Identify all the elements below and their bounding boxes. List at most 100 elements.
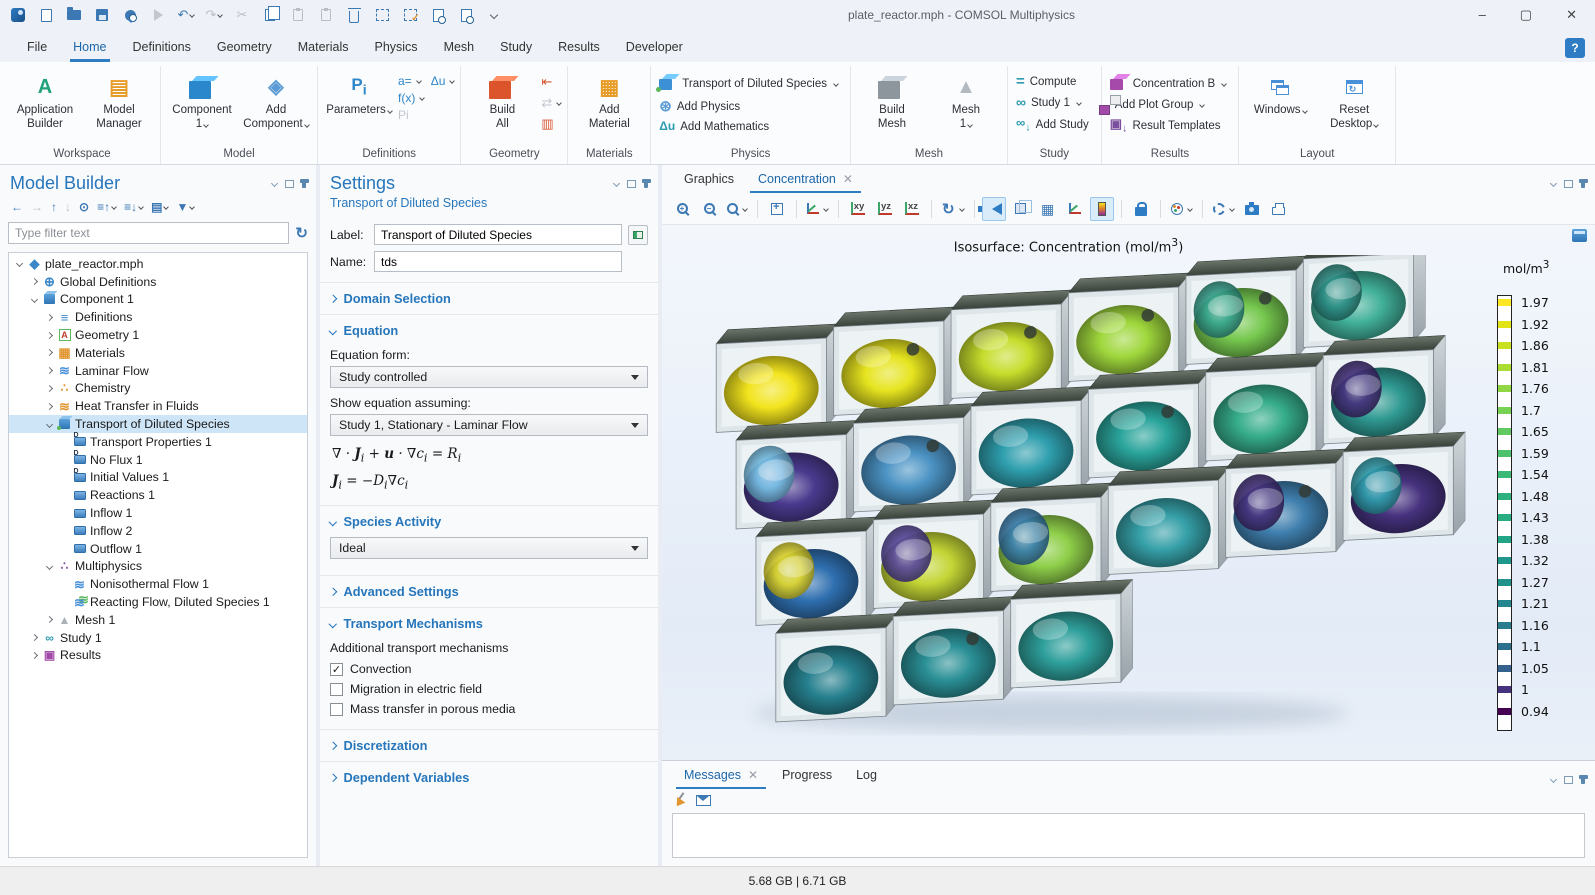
add-plot-group-button[interactable]: Add Plot Group (1108, 97, 1232, 113)
close-button[interactable]: ✕ (1566, 7, 1577, 23)
ribbon-tab-mesh[interactable]: Mesh (431, 34, 488, 62)
filter-input[interactable] (8, 222, 289, 244)
view-xy-icon[interactable]: xy (846, 197, 870, 221)
tree-expander-icon[interactable] (43, 368, 56, 373)
copy-view-icon[interactable] (426, 4, 450, 26)
back-icon[interactable]: ← (8, 198, 26, 216)
tree-node-reactions-1[interactable]: Reactions 1 (9, 486, 307, 504)
float-panel-icon[interactable] (285, 180, 294, 188)
tree-node-inflow-1[interactable]: Inflow 1 (9, 504, 307, 522)
open-icon[interactable] (62, 4, 86, 26)
name-input[interactable] (374, 251, 622, 272)
ribbon-tab-physics[interactable]: Physics (361, 34, 430, 62)
compute-button[interactable]: =Compute (1014, 72, 1095, 91)
view-xz-icon[interactable]: xz (900, 197, 924, 221)
mesh-1-button[interactable]: ▲Mesh1 (931, 70, 1001, 134)
tree-expander-icon[interactable] (28, 279, 41, 284)
tree-node-outflow-1[interactable]: Outflow 1 (9, 540, 307, 558)
add-mathematics-button[interactable]: ΔuAdd Mathematics (657, 118, 844, 135)
tree-node-multiphysics[interactable]: ∴Multiphysics (9, 558, 307, 576)
zoom-out-icon[interactable]: − (697, 197, 721, 221)
tree-node-transport-of-diluted-species[interactable]: Transport of Diluted Species (9, 415, 307, 433)
panel-menu-icon[interactable] (1550, 776, 1557, 783)
tree-node-plate-reactor-mph[interactable]: ◆plate_reactor.mph (9, 255, 307, 273)
ribbon-tab-definitions[interactable]: Definitions (120, 34, 204, 62)
copy-icon[interactable] (258, 4, 282, 26)
pin-panel-icon[interactable] (302, 179, 306, 188)
tree-expander-icon[interactable] (13, 261, 26, 266)
screenshot-icon[interactable] (1240, 197, 1264, 221)
study-1-button[interactable]: ∞Study 1 (1014, 93, 1095, 112)
toolbar-options-icon[interactable] (482, 4, 506, 26)
ribbon-tab-study[interactable]: Study (487, 34, 545, 62)
maximize-button[interactable]: ▢ (1520, 7, 1532, 23)
tree-expander-icon[interactable] (43, 386, 56, 391)
float-panel-icon[interactable] (627, 180, 636, 188)
section-equation[interactable]: Equation (320, 315, 658, 346)
graphics-context-icon[interactable] (1572, 229, 1587, 242)
tree-node-transport-properties-1[interactable]: Transport Properties 1 (9, 433, 307, 451)
ribbon-tab-developer[interactable]: Developer (613, 34, 696, 62)
tree-node-laminar-flow[interactable]: ≋Laminar Flow (9, 362, 307, 380)
panel-menu-icon[interactable] (613, 180, 620, 187)
section-species-activity[interactable]: Species Activity (320, 506, 658, 537)
color-legend-icon[interactable] (1090, 197, 1114, 221)
tree-expander-icon[interactable] (43, 333, 56, 338)
view-yz-icon[interactable]: yz (873, 197, 897, 221)
tree-node-initial-values-1[interactable]: Initial Values 1 (9, 469, 307, 487)
panel-menu-icon[interactable] (271, 180, 278, 187)
checkbox-migration-in-electric-field[interactable]: Migration in electric field (330, 679, 648, 699)
forward-icon[interactable]: → (28, 198, 46, 216)
zoom-box-icon[interactable] (724, 197, 750, 221)
tree-expander-icon[interactable] (43, 350, 56, 355)
delete-icon[interactable] (342, 4, 366, 26)
species-activity-select[interactable]: Ideal (330, 537, 648, 559)
add-component-button[interactable]: ◈AddComponent (241, 70, 311, 134)
tree-node-heat-transfer-in-fluids[interactable]: ≋Heat Transfer in Fluids (9, 397, 307, 415)
help-button[interactable]: ? (1565, 38, 1585, 58)
component-1-button[interactable]: Component1 (167, 70, 237, 134)
undo-icon[interactable]: ↶ (174, 4, 198, 26)
build-all-button[interactable]: BuildAll (467, 70, 537, 134)
save-as-icon[interactable] (118, 4, 142, 26)
tree-expander-icon[interactable] (43, 404, 56, 409)
tab-progress[interactable]: Progress (770, 763, 844, 789)
tab-log[interactable]: Log (844, 763, 889, 789)
ribbon-tab-materials[interactable]: Materials (285, 34, 362, 62)
equation-form-select[interactable]: Study controlled (330, 366, 648, 388)
variables-button[interactable]: a= (398, 74, 421, 88)
tree-node-materials[interactable]: ▦Materials (9, 344, 307, 362)
zoom-extents-icon[interactable] (765, 197, 789, 221)
clear-selection-icon[interactable] (398, 4, 422, 26)
tree-expander-icon[interactable] (43, 564, 56, 569)
tree-node-geometry-1[interactable]: AGeometry 1 (9, 326, 307, 344)
close-tab-icon[interactable]: ✕ (748, 768, 758, 782)
float-panel-icon[interactable] (1564, 180, 1573, 188)
tree-node-definitions[interactable]: ≡Definitions (9, 308, 307, 326)
build-mesh-button[interactable]: BuildMesh (857, 70, 927, 134)
tree-node-mesh-1[interactable]: ▲Mesh 1 (9, 611, 307, 629)
clear-messages-icon[interactable] (672, 791, 688, 807)
graphics-canvas[interactable]: Isosurface: Concentration (mol/m3) mol/m… (662, 224, 1595, 760)
functions-button[interactable]: f(x) (398, 91, 424, 105)
windows-button[interactable]: Windows (1245, 70, 1315, 119)
pin-panel-icon[interactable] (1581, 775, 1585, 784)
partition-button[interactable]: ▥ (541, 116, 561, 132)
message-options-icon[interactable] (696, 795, 711, 806)
tree-node-inflow-2[interactable]: Inflow 2 (9, 522, 307, 540)
physics-node-button[interactable]: Transport of Diluted Species (657, 72, 844, 95)
move-up-icon[interactable]: ↑ (48, 198, 60, 216)
close-tab-icon[interactable]: ✕ (843, 172, 853, 186)
add-study-button[interactable]: ∞↓Add Study (1014, 114, 1095, 135)
tree-expander-icon[interactable] (43, 617, 56, 622)
lock-icon[interactable] (1129, 197, 1153, 221)
tree-node-global-definitions[interactable]: ⊕Global Definitions (9, 273, 307, 291)
section-dependent-variables[interactable]: Dependent Variables (320, 762, 658, 793)
application-builder-button[interactable]: AApplicationBuilder (10, 70, 80, 134)
new-file-icon[interactable] (34, 4, 58, 26)
plot-group-button[interactable]: Concentration B (1108, 72, 1232, 95)
section-advanced-settings[interactable]: Advanced Settings (320, 576, 658, 607)
select-box-icon[interactable] (370, 4, 394, 26)
edit-label-button[interactable] (628, 225, 648, 245)
scene-light-icon[interactable] (982, 197, 1006, 221)
